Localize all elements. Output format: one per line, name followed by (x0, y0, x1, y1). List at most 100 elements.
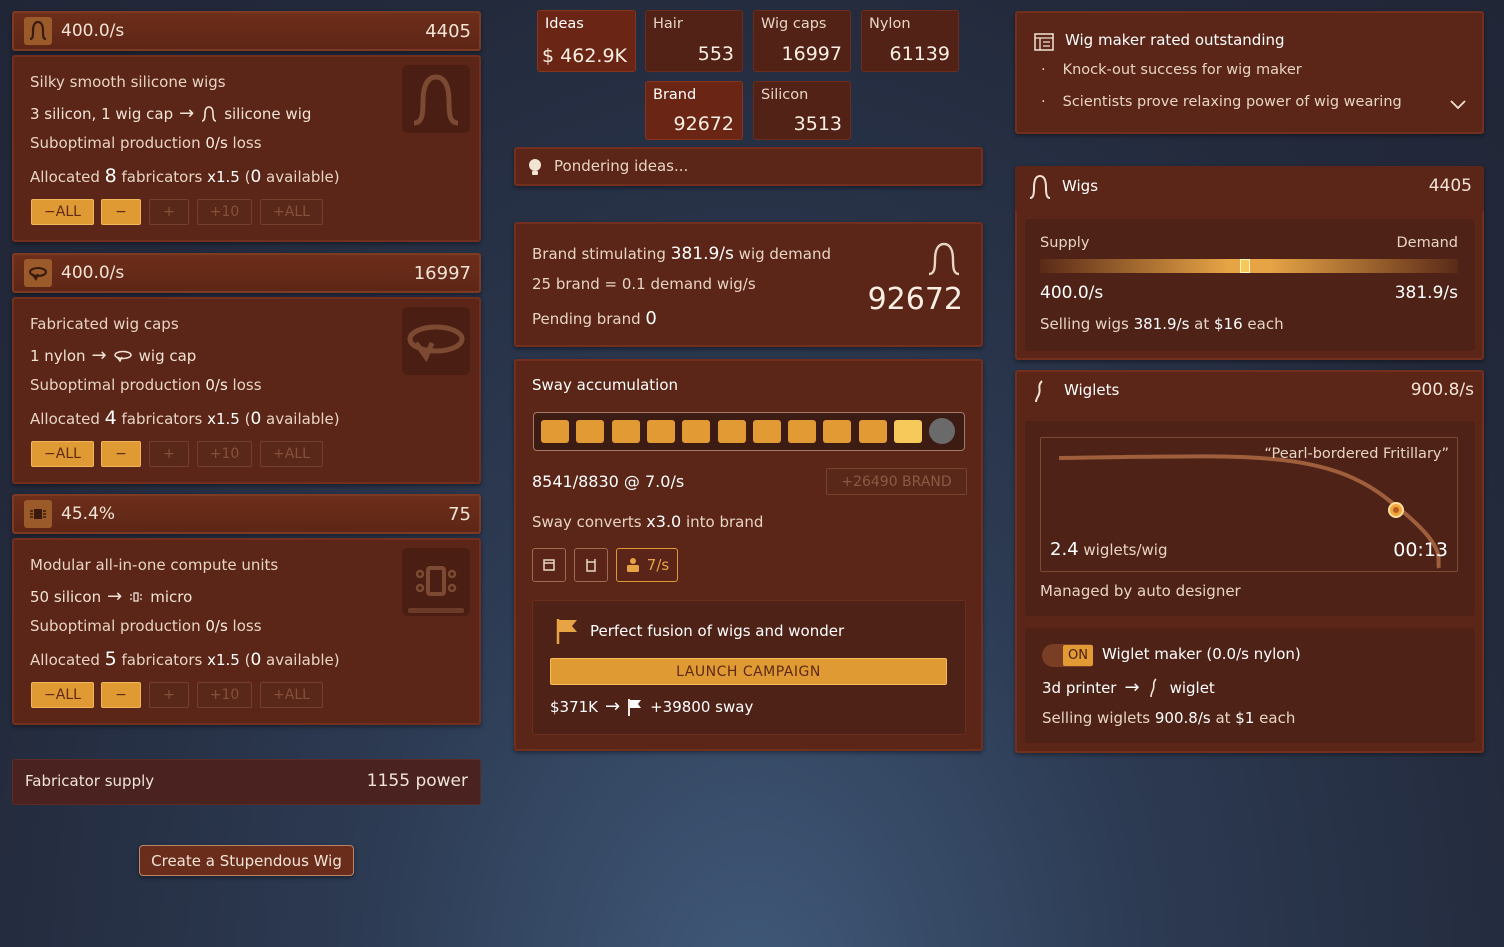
balance-marker[interactable] (1239, 259, 1250, 273)
wiglet-maker-toggle[interactable]: ON (1042, 644, 1093, 667)
wig-cap-header[interactable]: 400.0/s 16997 (12, 253, 481, 293)
arrow-right-icon: → (179, 103, 195, 124)
recipe-output: wiglet (1169, 678, 1215, 697)
minus-all-button[interactable]: −ALL (31, 199, 94, 225)
minus-all-button[interactable]: −ALL (31, 682, 94, 708)
wig-cap-small-icon (113, 350, 132, 362)
fabricator-supply-bar: Fabricator supply 1155 power (12, 759, 481, 805)
wig-cap-panel: Fabricated wig caps 1 nylon → wig cap Su… (12, 297, 481, 484)
sway-segment (823, 420, 852, 443)
pending-brand-line: Pending brand 0 (532, 308, 657, 329)
minus-button[interactable]: − (101, 682, 141, 708)
micro-header[interactable]: 45.4% 75 (12, 494, 481, 534)
minus-button[interactable]: − (101, 441, 141, 467)
recipe-output: wig cap (138, 346, 197, 365)
sway-segment (541, 420, 569, 443)
brand-panel: Brand stimulating 381.9/s wig demand 25 … (514, 222, 983, 347)
minus-button[interactable]: − (101, 199, 141, 225)
sway-rate-button[interactable]: 7/s (616, 548, 678, 582)
resource-hair-value: 553 (697, 43, 734, 65)
resource-nylon: Nylon 61139 (861, 10, 959, 72)
micro-chip-icon (24, 500, 52, 528)
wiglets-title: Wiglets (1064, 381, 1120, 399)
recipe-input: 3d printer (1042, 678, 1117, 697)
wig-cap-rate: 400.0/s (61, 263, 125, 283)
micro-count: 75 (448, 504, 471, 525)
silicone-wig-icon (24, 17, 52, 45)
wiglet-recipe: 3d printer → wiglet (1042, 677, 1215, 698)
sway-title: Sway accumulation (532, 376, 679, 394)
plus-all-button[interactable]: +ALL (260, 682, 323, 708)
wig-cap-recipe: 1 nylon → wig cap (30, 345, 196, 366)
add-brand-button[interactable]: +26490 BRAND (826, 468, 967, 495)
frame-icon (586, 559, 596, 572)
resource-brand: Brand 92672 (645, 81, 743, 140)
recipe-output: silicone wig (224, 104, 312, 123)
create-stupendous-wig-button[interactable]: Create a Stupendous Wig (139, 845, 354, 876)
arrow-right-icon: → (1124, 677, 1140, 698)
brand-total: 92672 (867, 282, 963, 317)
sway-panel: Sway accumulation 8541/8830 @ 7.0/s +264… (514, 359, 983, 751)
sway-segment (788, 420, 817, 443)
news-title: Wig maker rated outstanding (1065, 31, 1285, 49)
chevron-down-icon[interactable] (1449, 99, 1467, 111)
sway-segment (717, 420, 746, 443)
plus-button[interactable]: + (149, 199, 189, 225)
sway-rate-label: 7/s (646, 556, 670, 574)
micro-panel: Modular all-in-one compute units 50 sili… (12, 538, 481, 725)
sway-segment (894, 420, 922, 443)
resource-hair: Hair 553 (645, 10, 743, 72)
wiglets-per-wig: 2.4 wiglets/wig (1050, 539, 1168, 560)
wigs-header[interactable]: Wigs 4405 (1015, 166, 1484, 212)
wig-cap-icon (24, 259, 52, 287)
wig-cap-allocation: Allocated 4 fabricators x1.5 (0 availabl… (30, 407, 340, 429)
design-timer: 00:13 (1393, 539, 1448, 561)
resource-ideas: Ideas $ 462.9K (537, 10, 636, 72)
design-curve-box: “Pearl-bordered Fritillary” 2.4 wiglets/… (1040, 437, 1458, 572)
plus-10-button[interactable]: +10 (197, 199, 252, 225)
sway-conversion: Sway converts x3.0 into brand (532, 512, 764, 531)
sway-segment (858, 420, 887, 443)
resource-wig-caps-label: Wig caps (761, 16, 827, 32)
campaign-gain: +39800 sway (650, 697, 754, 716)
newspaper-icon (1034, 33, 1054, 51)
micro-small-icon (130, 591, 143, 602)
plus-all-button[interactable]: +ALL (260, 441, 323, 467)
arrow-right-icon: → (605, 696, 621, 717)
minus-all-button[interactable]: −ALL (31, 441, 94, 467)
resource-nylon-label: Nylon (869, 16, 911, 32)
wigs-count: 4405 (1428, 176, 1472, 196)
fabricator-supply-label: Fabricator supply (25, 772, 155, 790)
micro-suboptimal: Suboptimal production 0/s loss (30, 617, 262, 635)
sway-segment (576, 420, 605, 443)
sway-meter (533, 412, 965, 451)
silicone-wig-header[interactable]: 400.0/s 4405 (12, 11, 481, 51)
silicone-wig-rate: 400.0/s (61, 21, 125, 41)
campaign-card: Perfect fusion of wigs and wonder LAUNCH… (532, 600, 966, 735)
pondering-text: Pondering ideas... (554, 157, 689, 175)
plus-button[interactable]: + (149, 682, 189, 708)
silicone-wig-panel: Silky smooth silicone wigs 3 silicon, 1 … (12, 55, 481, 242)
resource-wig-caps: Wig caps 16997 (753, 10, 851, 72)
silicone-wig-suboptimal: Suboptimal production 0/s loss (30, 134, 262, 152)
plus-button[interactable]: + (149, 441, 189, 467)
recipe-output: micro (150, 587, 193, 606)
pondering-bar: Pondering ideas... (514, 147, 983, 186)
recipe-input: 3 silicon, 1 wig cap (30, 104, 174, 123)
news-item: · Knock-out success for wig maker (1041, 62, 1302, 78)
wig-cap-count: 16997 (413, 263, 471, 284)
launch-campaign-button[interactable]: LAUNCH CAMPAIGN (550, 658, 947, 685)
plus-all-button[interactable]: +ALL (260, 199, 323, 225)
flag-small-icon (628, 698, 642, 716)
plus-10-button[interactable]: +10 (197, 441, 252, 467)
news-panel: Wig maker rated outstanding · Knock-out s… (1015, 11, 1484, 134)
silicone-wig-recipe: 3 silicon, 1 wig cap → silicone wig (30, 103, 311, 124)
collapse-button[interactable] (532, 548, 566, 582)
silicone-wig-count: 4405 (425, 21, 471, 42)
plus-10-button[interactable]: +10 (197, 682, 252, 708)
managed-by-text: Managed by auto designer (1040, 582, 1241, 600)
brand-demand-line: Brand stimulating 381.9/s wig demand (532, 244, 831, 264)
recipe-input: 50 silicon (30, 587, 102, 606)
toggle-on-label: ON (1063, 645, 1093, 666)
tile-button[interactable] (574, 548, 608, 582)
